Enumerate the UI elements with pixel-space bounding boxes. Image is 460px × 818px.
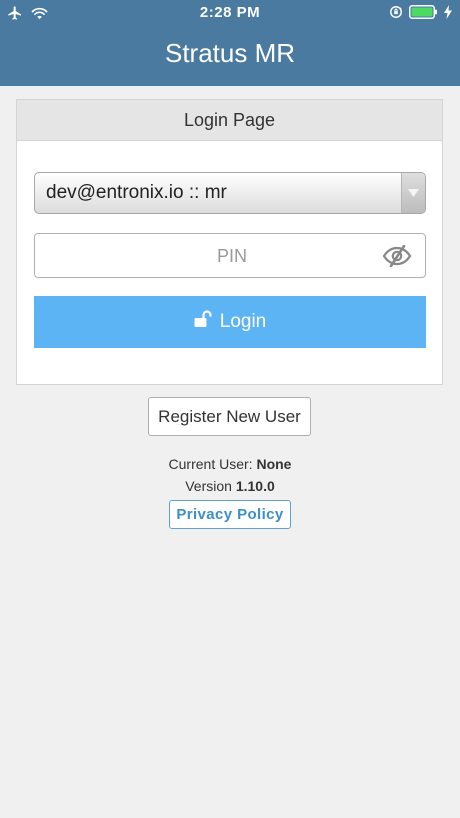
register-new-user-button[interactable]: Register New User bbox=[148, 397, 311, 436]
version-label: Version bbox=[185, 478, 232, 494]
pin-field bbox=[34, 233, 429, 279]
charging-icon bbox=[444, 5, 452, 24]
orientation-lock-icon bbox=[389, 5, 403, 24]
current-user-label: Current User: bbox=[168, 456, 253, 472]
unlock-icon bbox=[194, 310, 212, 334]
app-title: Stratus MR bbox=[164, 38, 296, 68]
status-bar: 2:28 PM bbox=[0, 0, 460, 26]
pin-input[interactable] bbox=[35, 234, 429, 279]
current-user-line: Current User: None bbox=[0, 456, 460, 472]
privacy-policy-link[interactable]: Privacy Policy bbox=[169, 500, 291, 529]
caret-down-icon[interactable] bbox=[401, 173, 425, 213]
version-value: 1.10.0 bbox=[235, 478, 275, 494]
battery-icon bbox=[409, 5, 438, 24]
login-card: Login Page dev@entronix.io :: mr Login bbox=[16, 99, 443, 385]
status-right-icons bbox=[389, 5, 452, 24]
eye-slash-icon[interactable] bbox=[382, 244, 412, 272]
account-select[interactable]: dev@entronix.io :: mr bbox=[34, 172, 426, 214]
current-user-value: None bbox=[256, 456, 292, 472]
login-button[interactable]: Login bbox=[34, 296, 426, 348]
account-select-value: dev@entronix.io :: mr bbox=[46, 182, 227, 203]
login-card-title: Login Page bbox=[17, 100, 442, 141]
app-header: 2:28 PM Stratus MR bbox=[0, 0, 460, 86]
login-button-label: Login bbox=[219, 311, 267, 332]
version-line: Version 1.10.0 bbox=[0, 478, 460, 494]
